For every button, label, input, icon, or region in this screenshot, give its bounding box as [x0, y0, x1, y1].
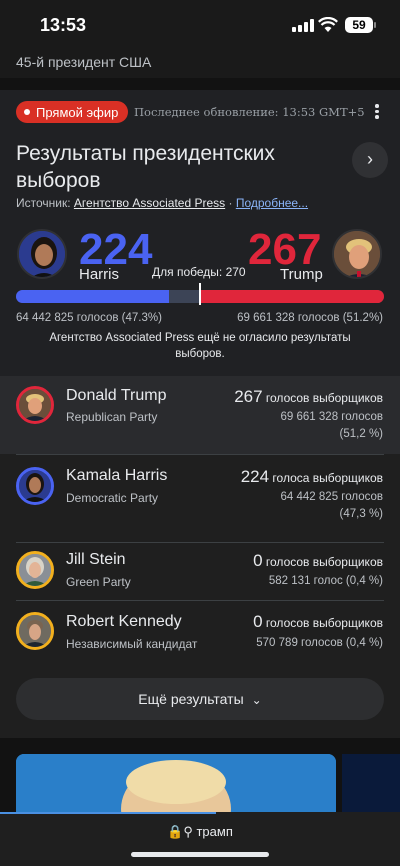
kennedy-list-avatar — [16, 612, 54, 650]
live-label: Прямой эфир — [36, 104, 119, 120]
trump-popular-vote: 69 661 328 голосов (51.2%) — [237, 312, 383, 324]
electoral-votes-label: голосов выборщиков — [262, 391, 383, 405]
list-divider — [16, 600, 384, 601]
candidate-name: Robert Kennedy — [66, 613, 182, 630]
stein-list-avatar — [16, 551, 54, 589]
chevron-down-icon: ⌄ — [251, 693, 262, 707]
last-updated: Последнее обновление: 13:53 GMT+5 — [134, 105, 365, 119]
status-bar: 13:53 59 — [0, 0, 400, 48]
trump-avatar — [332, 229, 382, 279]
list-item-harris[interactable]: Kamala Harris Democratic Party 224 голос… — [0, 454, 400, 542]
win-threshold-marker — [199, 283, 201, 305]
header-subtitle-bar: 45-й президент США — [0, 48, 400, 78]
electoral-votes-label: голосов выборщиков — [262, 555, 383, 569]
home-indicator[interactable] — [131, 852, 269, 857]
popular-votes-percent: (51,2 %) — [339, 428, 383, 440]
wifi-icon — [318, 17, 338, 32]
popular-votes-count: 69 661 328 голосов — [280, 411, 383, 423]
candidate-name: Kamala Harris — [66, 467, 168, 484]
source-link[interactable]: Агентство Associated Press — [74, 196, 225, 210]
popular-votes-percent: (47,3 %) — [339, 508, 383, 520]
source-line: Источник: Агентство Associated Press · П… — [16, 196, 308, 210]
votes-to-win: Для победы: 270 — [152, 265, 246, 279]
electoral-votes-number: 267 — [234, 387, 263, 406]
popular-votes: 582 131 голос (0,4 %) — [269, 573, 383, 590]
list-item-trump[interactable]: Donald Trump Republican Party 267 голосо… — [0, 376, 400, 454]
candidate-party: Democratic Party — [66, 491, 159, 505]
harris-name: Harris — [79, 266, 119, 283]
more-info-link[interactable]: Подробнее... — [236, 196, 308, 210]
chevron-right-icon[interactable]: › — [352, 142, 388, 178]
harris-bar-fill — [16, 290, 170, 303]
card-title: Результаты президентских выборов — [16, 142, 275, 192]
candidate-party: Независимый кандидат — [66, 637, 198, 651]
more-options-icon[interactable] — [372, 102, 382, 122]
source-separator: · — [225, 196, 236, 210]
harris-avatar — [17, 229, 67, 279]
cellular-signal-icon — [292, 19, 314, 32]
ap-note: Агентство Associated Press ещё не огласи… — [49, 332, 351, 360]
live-badge[interactable]: Прямой эфир — [16, 101, 129, 123]
list-item-kennedy[interactable]: Robert Kennedy Независимый кандидат 0 го… — [0, 600, 400, 664]
search-query: трамп — [196, 824, 233, 839]
trump-list-avatar — [16, 386, 54, 424]
popular-votes: 64 442 825 голосов (47,3 %) — [281, 489, 383, 523]
more-results-button[interactable]: Ещё результаты ⌄ — [16, 678, 384, 720]
electoral-votes: 267 голосов выборщиков — [234, 387, 383, 407]
popular-votes: 69 661 328 голосов (51,2 %) — [281, 409, 383, 443]
harris-list-avatar — [16, 467, 54, 505]
popular-votes-count: 570 789 голосов (0,4 %) — [256, 637, 383, 649]
electoral-votes: 0 голосов выборщиков — [253, 551, 383, 571]
electoral-votes-label: голоса выборщиков — [269, 471, 383, 485]
battery-tip — [374, 22, 376, 28]
battery-icon: 59 — [345, 17, 373, 33]
list-divider — [16, 454, 384, 455]
status-time: 13:53 — [40, 15, 87, 35]
candidate-name: Jill Stein — [66, 551, 126, 568]
harris-popular-vote: 64 442 825 голосов (47.3%) — [16, 312, 162, 324]
list-item-stein[interactable]: Jill Stein Green Party 0 голосов выборщи… — [0, 542, 400, 600]
list-divider — [16, 542, 384, 543]
live-dot-icon — [24, 109, 30, 115]
divider — [0, 78, 400, 90]
header-subtitle: 45-й президент США — [16, 54, 152, 70]
candidate-party: Republican Party — [66, 410, 158, 424]
candidate-party: Green Party — [66, 575, 131, 589]
candidate-name: Donald Trump — [66, 387, 167, 404]
election-results-card: Прямой эфир Последнее обновление: 13:53 … — [0, 90, 400, 376]
popular-votes-count: 582 131 голос (0,4 %) — [268, 575, 383, 587]
popular-votes-count: 64 442 825 голосов — [280, 491, 383, 503]
source-prefix: Источник: — [16, 196, 74, 210]
electoral-votes: 0 голосов выборщиков — [253, 612, 383, 632]
url-text[interactable]: 🔒⚲ трамп — [0, 824, 400, 840]
page-load-progress — [0, 812, 216, 814]
electoral-votes-number: 0 — [253, 612, 263, 631]
trump-name: Trump — [280, 266, 323, 283]
electoral-votes-number: 0 — [253, 551, 263, 570]
popular-votes: 570 789 голосов (0,4 %) — [256, 635, 383, 652]
trump-bar-fill — [201, 290, 384, 303]
electoral-votes: 224 голоса выборщиков — [241, 467, 383, 487]
more-results-label: Ещё результаты — [138, 691, 244, 707]
electoral-votes-label: голосов выборщиков — [262, 616, 383, 630]
electoral-votes-number: 224 — [240, 467, 270, 486]
lock-icon: 🔒 — [167, 824, 184, 839]
search-icon: ⚲ — [183, 824, 193, 839]
